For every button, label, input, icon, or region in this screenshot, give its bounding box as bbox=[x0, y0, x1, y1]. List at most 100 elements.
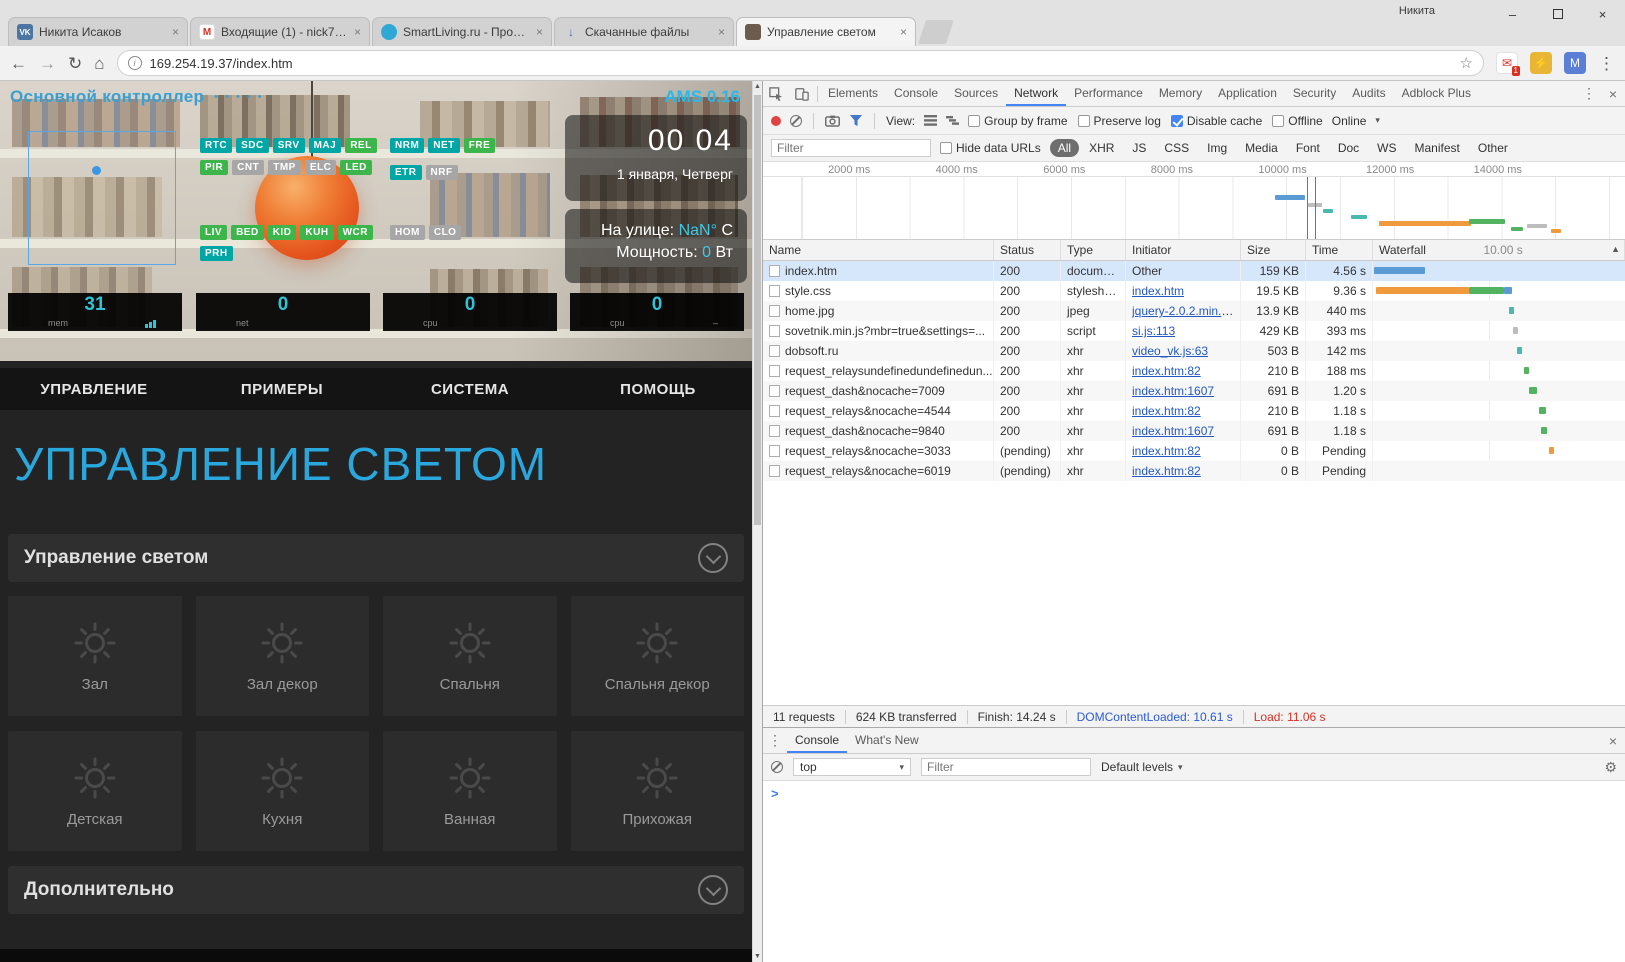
nav-item-0[interactable]: УПРАВЛЕНИЕ bbox=[0, 368, 188, 410]
request-name-cell[interactable]: home.jpg bbox=[763, 301, 994, 321]
hide-data-urls-checkbox[interactable] bbox=[940, 142, 952, 154]
initiator-link[interactable]: index.htm:82 bbox=[1132, 464, 1201, 478]
chevron-down-icon[interactable] bbox=[698, 875, 728, 905]
tab-close-icon[interactable]: × bbox=[354, 25, 361, 39]
request-name-cell[interactable]: style.css bbox=[763, 281, 994, 301]
light-tile-5[interactable]: Кухня bbox=[196, 731, 370, 851]
tab-close-icon[interactable]: × bbox=[536, 25, 543, 39]
devtools-close-icon[interactable]: × bbox=[1601, 81, 1625, 106]
dropdown-arrow-icon[interactable]: ▾ bbox=[1375, 115, 1380, 126]
checkbox-offline[interactable]: Offline bbox=[1272, 114, 1322, 128]
request-name-cell[interactable]: request_relaysundefinedundefinedun... bbox=[763, 361, 994, 381]
filter-pill-media[interactable]: Media bbox=[1237, 139, 1286, 157]
chevron-down-icon[interactable] bbox=[698, 543, 728, 573]
filter-pill-all[interactable]: All bbox=[1050, 139, 1079, 157]
network-request-row[interactable]: home.jpg200jpegjquery-2.0.2.min.js:413.9… bbox=[763, 301, 1625, 321]
devtools-tab-sources[interactable]: Sources bbox=[946, 81, 1006, 106]
checkbox-group-by-frame[interactable]: Group by frame bbox=[968, 114, 1067, 128]
drawer-tab-console[interactable]: Console bbox=[787, 728, 847, 753]
network-request-row[interactable]: request_relaysundefinedundefinedun...200… bbox=[763, 361, 1625, 381]
browser-tab[interactable]: Управление светом× bbox=[736, 17, 916, 46]
request-name-cell[interactable]: dobsoft.ru bbox=[763, 341, 994, 361]
scrollbar-thumb[interactable] bbox=[754, 95, 761, 525]
inspect-element-icon[interactable] bbox=[763, 81, 789, 106]
light-tile-6[interactable]: Ванная bbox=[383, 731, 557, 851]
initiator-link[interactable]: jquery-2.0.2.min.js:4 bbox=[1132, 304, 1240, 318]
network-request-row[interactable]: style.css200stylesheetindex.htm19.5 KB9.… bbox=[763, 281, 1625, 301]
home-icon[interactable]: ⌂ bbox=[94, 55, 104, 72]
devtools-tab-audits[interactable]: Audits bbox=[1344, 81, 1393, 106]
extension-icon-2[interactable]: ⚡ bbox=[1530, 52, 1552, 74]
nav-item-1[interactable]: ПРИМЕРЫ bbox=[188, 368, 376, 410]
hide-data-urls-group[interactable]: Hide data URLs bbox=[940, 141, 1041, 155]
throttling-dropdown[interactable]: Online bbox=[1332, 114, 1367, 128]
light-tile-2[interactable]: Спальня bbox=[383, 596, 557, 716]
initiator-link[interactable]: index.htm bbox=[1132, 284, 1184, 298]
scroll-up-icon[interactable]: ▲ bbox=[753, 83, 762, 90]
profile-name[interactable]: Никита bbox=[1399, 5, 1435, 17]
network-request-row[interactable]: sovetnik.min.js?mbr=true&settings=...200… bbox=[763, 321, 1625, 341]
drawer-menu-icon[interactable]: ⋮ bbox=[763, 728, 787, 753]
devtools-tab-memory[interactable]: Memory bbox=[1151, 81, 1210, 106]
initiator-link[interactable]: video_vk.js:63 bbox=[1132, 344, 1208, 358]
devtools-tab-application[interactable]: Application bbox=[1210, 81, 1285, 106]
request-name-cell[interactable]: request_relays&nocache=6019 bbox=[763, 461, 994, 481]
browser-tab[interactable]: Никита Исаков× bbox=[8, 17, 188, 46]
network-request-row[interactable]: request_dash&nocache=7009200xhrindex.htm… bbox=[763, 381, 1625, 401]
browser-tab[interactable]: Входящие (1) - nick7zma× bbox=[190, 17, 370, 46]
network-request-row[interactable]: index.htm200documentOther159 KB4.56 s bbox=[763, 261, 1625, 281]
devtools-tab-console[interactable]: Console bbox=[886, 81, 946, 106]
browser-tab[interactable]: Скачанные файлы× bbox=[554, 17, 734, 46]
network-request-row[interactable]: dobsoft.ru200xhrvideo_vk.js:63503 B142 m… bbox=[763, 341, 1625, 361]
devtools-tab-adblock-plus[interactable]: Adblock Plus bbox=[1394, 81, 1479, 106]
device-toolbar-icon[interactable] bbox=[789, 81, 815, 106]
execution-context-dropdown[interactable]: top ▾ bbox=[793, 758, 911, 776]
filter-pill-manifest[interactable]: Manifest bbox=[1407, 139, 1468, 157]
request-name-cell[interactable]: index.htm bbox=[763, 261, 994, 281]
minimize-button[interactable]: – bbox=[1490, 0, 1535, 28]
request-name-cell[interactable]: sovetnik.min.js?mbr=true&settings=... bbox=[763, 321, 994, 341]
screenshot-capture-icon[interactable] bbox=[825, 115, 840, 127]
view-overview-icon[interactable] bbox=[946, 115, 959, 126]
initiator-link[interactable]: index.htm:1607 bbox=[1132, 424, 1214, 438]
filter-pill-xhr[interactable]: XHR bbox=[1081, 139, 1122, 157]
back-icon[interactable]: ← bbox=[10, 55, 27, 72]
network-request-row[interactable]: request_relays&nocache=3033(pending)xhri… bbox=[763, 441, 1625, 461]
new-tab-button[interactable] bbox=[918, 20, 954, 44]
clear-icon[interactable] bbox=[790, 115, 802, 127]
drawer-tab-what-s-new[interactable]: What's New bbox=[847, 728, 927, 753]
filter-pill-font[interactable]: Font bbox=[1288, 139, 1328, 157]
request-name-cell[interactable]: request_relays&nocache=3033 bbox=[763, 441, 994, 461]
request-name-cell[interactable]: request_dash&nocache=9840 bbox=[763, 421, 994, 441]
bookmark-star-icon[interactable]: ☆ bbox=[1460, 54, 1473, 72]
checkbox-box[interactable] bbox=[1272, 115, 1284, 127]
page-info-icon[interactable]: i bbox=[128, 56, 142, 70]
tab-close-icon[interactable]: × bbox=[172, 25, 179, 39]
reload-icon[interactable]: ↻ bbox=[68, 55, 82, 72]
nav-item-2[interactable]: СИСТЕМА bbox=[376, 368, 564, 410]
request-name-cell[interactable]: request_relays&nocache=4544 bbox=[763, 401, 994, 421]
light-tile-1[interactable]: Зал декор bbox=[196, 596, 370, 716]
column-header-type[interactable]: Type bbox=[1061, 240, 1126, 260]
column-header-time[interactable]: Time bbox=[1306, 240, 1373, 260]
initiator-link[interactable]: index.htm:82 bbox=[1132, 444, 1201, 458]
tab-close-icon[interactable]: × bbox=[900, 25, 907, 39]
column-header-status[interactable]: Status bbox=[994, 240, 1061, 260]
scroll-down-icon[interactable]: ▼ bbox=[753, 953, 762, 960]
checkbox-box[interactable] bbox=[1078, 115, 1090, 127]
network-filter-input[interactable] bbox=[771, 139, 931, 157]
extension-icon-3[interactable]: M bbox=[1564, 52, 1586, 74]
filter-pill-other[interactable]: Other bbox=[1470, 139, 1516, 157]
network-request-row[interactable]: request_relays&nocache=4544200xhrindex.h… bbox=[763, 401, 1625, 421]
network-request-row[interactable]: request_relays&nocache=6019(pending)xhri… bbox=[763, 461, 1625, 481]
network-request-row[interactable]: request_dash&nocache=9840200xhrindex.htm… bbox=[763, 421, 1625, 441]
devtools-tab-elements[interactable]: Elements bbox=[820, 81, 886, 106]
light-tile-3[interactable]: Спальня декор bbox=[571, 596, 745, 716]
filter-pill-img[interactable]: Img bbox=[1199, 139, 1235, 157]
devtools-tab-performance[interactable]: Performance bbox=[1066, 81, 1151, 106]
section-header-light-control[interactable]: Управление светом bbox=[8, 534, 744, 582]
light-tile-7[interactable]: Прихожая bbox=[571, 731, 745, 851]
close-button[interactable]: × bbox=[1580, 0, 1625, 28]
request-name-cell[interactable]: request_dash&nocache=7009 bbox=[763, 381, 994, 401]
sort-asc-icon[interactable]: ▲ bbox=[1611, 244, 1620, 254]
